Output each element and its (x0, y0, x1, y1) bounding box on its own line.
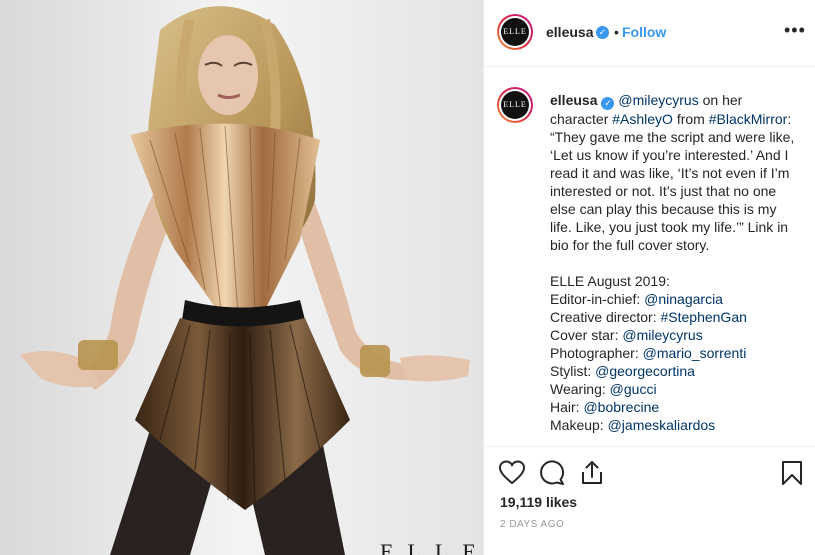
likes-count[interactable]: 19,119 likes (500, 494, 577, 510)
credit-label: Photographer: (550, 345, 643, 361)
credit-line: Hair: @bobrecine (550, 398, 798, 416)
credit-handle-link[interactable]: @mileycyrus (622, 327, 702, 343)
elle-watermark: ELLE (380, 539, 483, 555)
caption-avatar-logo-text: ELLE (501, 91, 529, 119)
comment-icon[interactable] (538, 459, 566, 487)
credit-handle-link[interactable]: @gucci (610, 381, 657, 397)
credit-handle-link[interactable]: @jameskaliardos (608, 417, 716, 433)
credit-line: Wearing: @gucci (550, 380, 798, 398)
credit-line: Photographer: @mario_sorrenti (550, 344, 798, 362)
credit-line: Creative director: #StephenGan (550, 308, 798, 326)
profile-avatar[interactable]: ELLE (497, 14, 533, 50)
credits-list: ELLE August 2019: Editor-in-chief: @nina… (550, 272, 798, 434)
caption-text: elleusa ✓ @mileycyrus on her character #A… (550, 91, 798, 434)
mention-link[interactable]: @mileycyrus (618, 92, 698, 108)
share-icon[interactable] (578, 459, 606, 487)
credit-label: Makeup: (550, 417, 608, 433)
credit-label: Editor-in-chief: (550, 291, 645, 307)
caption-quote: : “They gave me the script and were like… (550, 111, 795, 253)
post-sidebar: ELLE elleusa ✓ • Follow ••• ELLE elleusa… (483, 0, 815, 555)
avatar-logo-text: ELLE (501, 18, 529, 46)
credit-handle-link[interactable]: @bobrecine (583, 399, 659, 415)
credit-label: Wearing: (550, 381, 610, 397)
credit-handle-link[interactable]: #StephenGan (660, 309, 746, 325)
hashtag-link[interactable]: #AshleyO (612, 111, 673, 127)
credit-label: Stylist: (550, 363, 596, 379)
credit-line: Editor-in-chief: @ninagarcia (550, 290, 798, 308)
post-header: ELLE elleusa ✓ • Follow ••• (484, 0, 815, 67)
verified-badge-icon: ✓ (596, 26, 609, 39)
caption-verified-badge-icon: ✓ (601, 97, 615, 110)
follow-button[interactable]: Follow (622, 24, 666, 40)
credit-label: Cover star: (550, 327, 623, 343)
credit-handle-link[interactable]: @ninagarcia (644, 291, 723, 307)
caption-username[interactable]: elleusa (550, 92, 597, 108)
credit-line: Cover star: @mileycyrus (550, 326, 798, 344)
credit-handle-link[interactable]: @mario_sorrenti (643, 345, 747, 361)
heart-icon[interactable] (498, 459, 526, 487)
bookmark-icon[interactable] (778, 459, 806, 487)
credit-label: Hair: (550, 399, 584, 415)
post-timestamp[interactable]: 2 DAYS AGO (500, 519, 564, 530)
photo-illustration (0, 0, 483, 555)
header-username[interactable]: elleusa (546, 24, 593, 40)
hashtag-link[interactable]: #BlackMirror (709, 111, 788, 127)
credit-line: Makeup: @jameskaliardos (550, 416, 798, 434)
caption-scroll-area[interactable]: ELLE elleusa ✓ @mileycyrus on her charact… (484, 68, 815, 446)
credit-handle-link[interactable]: @georgecortina (595, 363, 695, 379)
credit-line: Stylist: @georgecortina (550, 362, 798, 380)
caption-text-segment: from (672, 111, 709, 127)
caption-avatar[interactable]: ELLE (497, 87, 533, 123)
action-bar: 19,119 likes 2 DAYS AGO (484, 446, 815, 555)
credit-label: Creative director: (550, 309, 661, 325)
more-options-icon[interactable]: ••• (784, 20, 806, 41)
header-separator: • (614, 24, 619, 40)
credits-title: ELLE August 2019: (550, 273, 670, 289)
post-photo[interactable]: ELLE (0, 0, 483, 555)
